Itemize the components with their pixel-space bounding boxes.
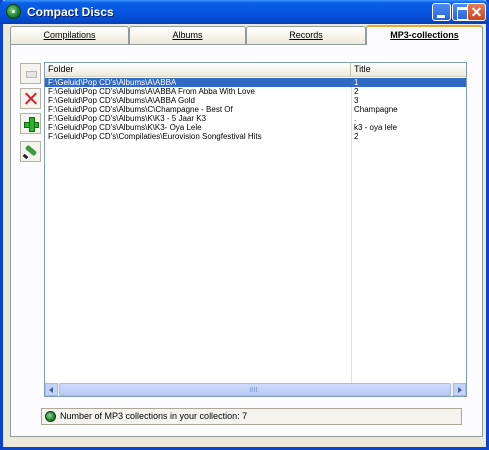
edit-button[interactable] bbox=[20, 141, 41, 162]
scrollbar-thumb[interactable] bbox=[59, 383, 451, 396]
tab-albums[interactable]: Albums bbox=[129, 26, 246, 44]
list-row[interactable]: F:\Geluid\Pop CD's\Albums\A\ABBA Gold 3 bbox=[45, 96, 466, 105]
list-row[interactable]: F:\Geluid\Pop CD's\Albums\A\ABBA 1 bbox=[45, 78, 466, 87]
title-cell: Champagne bbox=[354, 105, 398, 114]
title-cell: 3 bbox=[354, 96, 359, 105]
status-bar: Number of MP3 collections in your collec… bbox=[41, 408, 462, 425]
folder-cell: F:\Geluid\Pop CD's\Albums\A\ABBA bbox=[48, 78, 177, 87]
folder-cell: F:\Geluid\Pop CD's\Albums\K\K3 - 5 Jaar … bbox=[48, 114, 207, 123]
window-title: Compact Discs bbox=[27, 5, 114, 19]
close-icon: ✕ bbox=[470, 4, 483, 20]
list-row[interactable]: F:\Geluid\Pop CD's\Albums\K\K3- Oya Lele… bbox=[45, 123, 466, 132]
delete-button[interactable] bbox=[20, 88, 41, 109]
folder-cell: F:\Geluid\Pop CD's\Compilaties\Eurovisio… bbox=[48, 132, 262, 141]
globe-icon bbox=[45, 411, 56, 422]
properties-button-disabled bbox=[20, 63, 41, 84]
tab-mp3-collections[interactable]: MP3-collections bbox=[366, 25, 483, 45]
folder-cell: F:\Geluid\Pop CD's\Albums\C\Champagne - … bbox=[48, 105, 233, 114]
app-globe-icon bbox=[6, 4, 21, 19]
add-button[interactable] bbox=[20, 113, 41, 134]
title-cell: k3 - oya lele bbox=[354, 123, 398, 132]
list-rows: F:\Geluid\Pop CD's\Albums\A\ABBA 1 F:\Ge… bbox=[45, 78, 466, 141]
tab-compilations[interactable]: Compilations bbox=[10, 26, 129, 44]
mp3-collections-list[interactable]: Folder Title F:\Geluid\Pop CD's\Albums\A… bbox=[44, 62, 467, 397]
scroll-left-icon[interactable] bbox=[45, 383, 58, 396]
close-button[interactable]: ✕ bbox=[467, 3, 486, 21]
minimize-button[interactable] bbox=[432, 3, 451, 21]
folder-cell: F:\Geluid\Pop CD's\Albums\K\K3- Oya Lele bbox=[48, 123, 202, 132]
title-cell: 2 bbox=[354, 87, 359, 96]
title-cell: . bbox=[354, 114, 357, 123]
scroll-right-icon[interactable] bbox=[453, 383, 466, 396]
title-cell: 2 bbox=[354, 132, 359, 141]
list-header: Folder Title bbox=[45, 63, 466, 77]
tab-records[interactable]: Records bbox=[246, 26, 366, 44]
column-header-folder[interactable]: Folder bbox=[45, 63, 351, 77]
list-row[interactable]: F:\Geluid\Pop CD's\Albums\A\ABBA From Ab… bbox=[45, 87, 466, 96]
title-cell: 1 bbox=[354, 78, 359, 87]
list-row[interactable]: F:\Geluid\Pop CD's\Albums\C\Champagne - … bbox=[45, 105, 466, 114]
list-row[interactable]: F:\Geluid\Pop CD's\Compilaties\Eurovisio… bbox=[45, 132, 466, 141]
title-bar[interactable]: Compact Discs ✕ bbox=[0, 0, 489, 24]
status-text: Number of MP3 collections in your collec… bbox=[60, 411, 248, 421]
column-header-title[interactable]: Title bbox=[351, 63, 466, 77]
list-row[interactable]: F:\Geluid\Pop CD's\Albums\K\K3 - 5 Jaar … bbox=[45, 114, 466, 123]
folder-cell: F:\Geluid\Pop CD's\Albums\A\ABBA Gold bbox=[48, 96, 195, 105]
horizontal-scrollbar[interactable] bbox=[45, 383, 466, 396]
folder-cell: F:\Geluid\Pop CD's\Albums\A\ABBA From Ab… bbox=[48, 87, 255, 96]
